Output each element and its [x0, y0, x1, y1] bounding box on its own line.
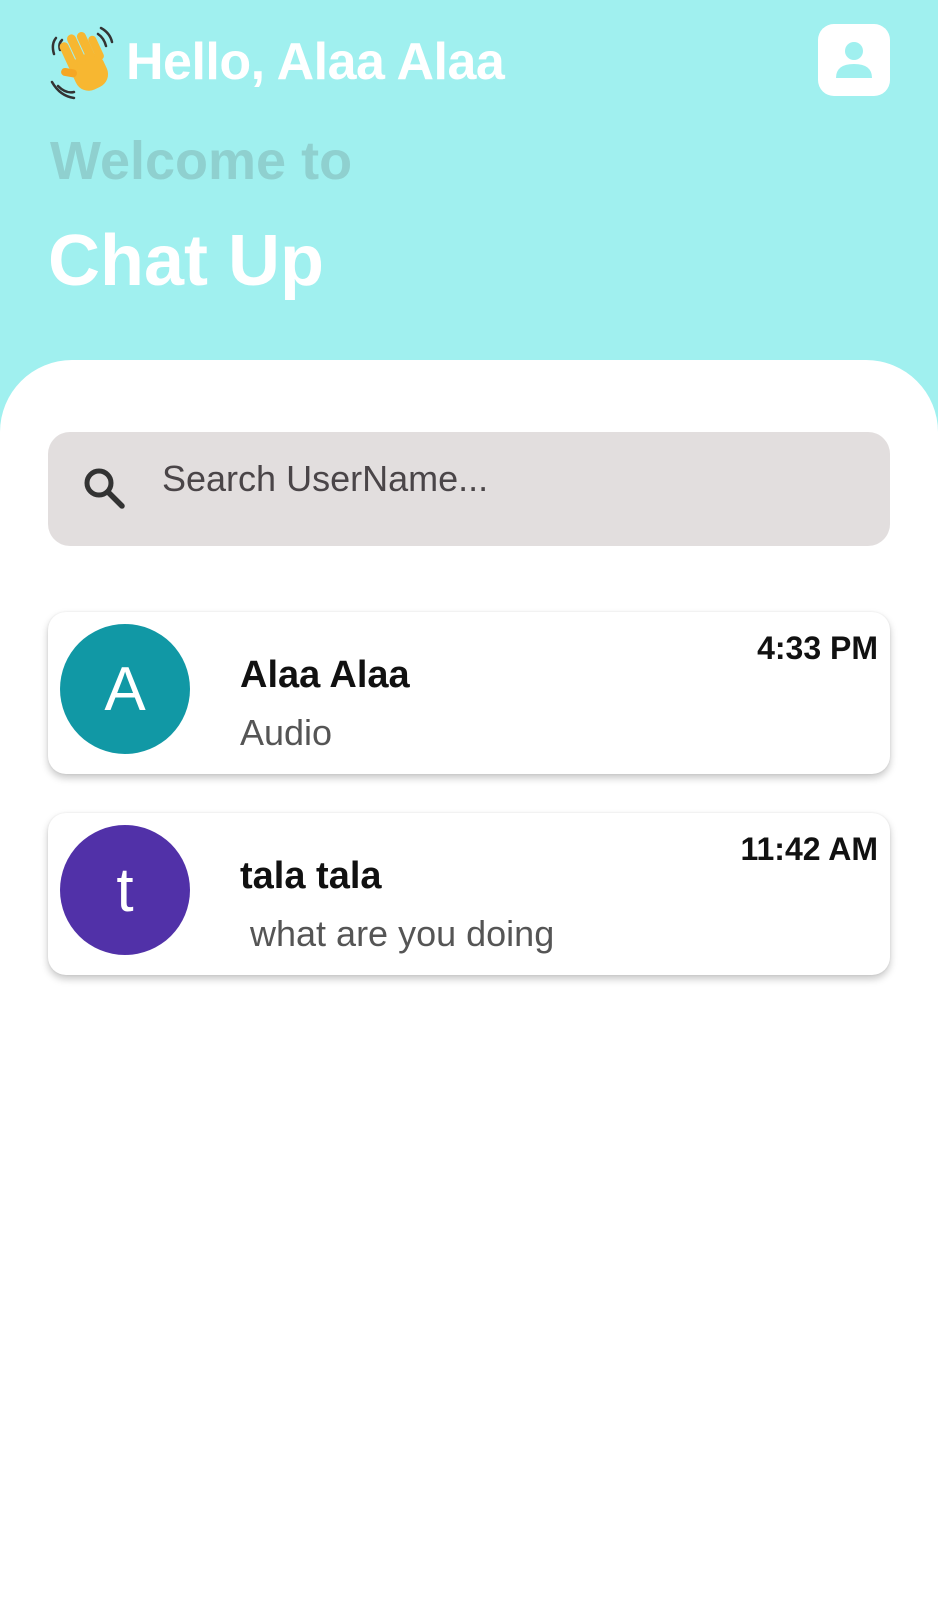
- header: Hello, Alaa Alaa Welcome to Chat Up: [0, 0, 938, 380]
- greeting-row: Hello, Alaa Alaa: [48, 22, 505, 102]
- chat-preview: Audio: [240, 712, 333, 753]
- chat-preview: what are you doing: [240, 913, 555, 954]
- welcome-text: Welcome to: [50, 131, 353, 191]
- greeting-text: Hello, Alaa Alaa: [126, 33, 505, 91]
- search-icon[interactable]: [80, 464, 128, 512]
- chat-name: Alaa Alaa: [240, 654, 410, 696]
- chat-name: tala tala: [240, 855, 382, 897]
- chat-list-item[interactable]: A Alaa Alaa Audio 4:33 PM: [48, 612, 890, 774]
- avatar: A: [60, 624, 190, 754]
- content-sheet: [0, 360, 938, 1600]
- chat-list-item[interactable]: t tala tala what are you doing 11:42 AM: [48, 813, 890, 975]
- waving-hand-icon: [50, 26, 114, 100]
- avatar: t: [60, 825, 190, 955]
- app-title: Chat Up: [48, 221, 324, 301]
- profile-button[interactable]: [818, 24, 890, 96]
- chat-time: 11:42 AM: [740, 831, 878, 867]
- chat-time: 4:33 PM: [757, 630, 878, 666]
- user-profile-icon: [836, 42, 872, 78]
- search-input[interactable]: [162, 454, 862, 504]
